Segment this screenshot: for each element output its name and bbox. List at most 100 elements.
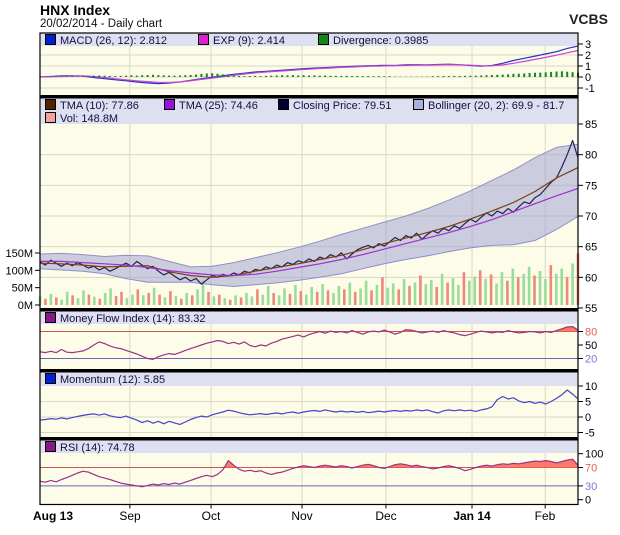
y-tick-label: 30 bbox=[585, 481, 597, 493]
y-tick-label: 50 bbox=[585, 340, 597, 352]
panel-divider bbox=[40, 308, 578, 312]
divergence-bar bbox=[44, 77, 46, 78]
volume-bar bbox=[191, 295, 194, 305]
volume-bar bbox=[370, 290, 373, 305]
legend-item: TMA (10): 77.86 bbox=[45, 99, 139, 112]
x-tick-label: Sep bbox=[95, 509, 165, 523]
divergence-bar bbox=[378, 76, 380, 77]
divergence-bar bbox=[270, 76, 272, 77]
volume-bar bbox=[327, 290, 330, 305]
divergence-bar bbox=[98, 76, 100, 78]
volume-bar bbox=[430, 280, 433, 305]
divergence-bar bbox=[211, 73, 213, 77]
x-tick-label: Jan 14 bbox=[437, 509, 507, 523]
volume-bar bbox=[457, 285, 460, 305]
stock-chart-page: 3210-1150M100M50M0M858075706560558050201… bbox=[0, 0, 620, 535]
volume-bar bbox=[272, 293, 275, 305]
volume-bar bbox=[267, 286, 270, 305]
divergence-bar bbox=[157, 75, 159, 77]
x-tick-label: Aug 13 bbox=[33, 509, 93, 523]
volume-bar bbox=[539, 271, 542, 305]
divergence-bar bbox=[66, 77, 68, 78]
chart-svg: 3210-1150M100M50M0M858075706560558050201… bbox=[0, 0, 620, 535]
divergence-bar bbox=[195, 75, 197, 77]
divergence-bar bbox=[362, 76, 364, 77]
volume-bar bbox=[501, 272, 504, 305]
divergence-bar bbox=[141, 75, 143, 77]
divergence-bar bbox=[276, 76, 278, 78]
panel-divider bbox=[40, 369, 578, 373]
divergence-bar bbox=[136, 76, 138, 77]
panel-divider bbox=[40, 95, 578, 99]
divergence-bar bbox=[496, 75, 498, 77]
volume-bar bbox=[224, 298, 227, 305]
divergence-bar bbox=[179, 76, 181, 78]
volume-bar bbox=[473, 277, 476, 305]
volume-bar bbox=[137, 289, 140, 305]
divergence-bar bbox=[109, 76, 111, 77]
volume-bar bbox=[392, 284, 395, 306]
volume-bar bbox=[332, 293, 335, 305]
volume-bar bbox=[441, 274, 444, 305]
divergence-bar bbox=[512, 74, 514, 77]
divergence-bar bbox=[529, 73, 531, 77]
divergence-bar bbox=[292, 75, 294, 77]
divergence-bar bbox=[265, 76, 267, 77]
legend-swatch bbox=[45, 373, 56, 384]
brand-logo: VCBS bbox=[569, 11, 608, 27]
volume-bar bbox=[71, 295, 74, 305]
divergence-bar bbox=[82, 76, 84, 77]
volume-bar bbox=[343, 289, 346, 305]
volume-bar bbox=[142, 295, 145, 305]
divergence-bar bbox=[303, 75, 305, 77]
divergence-bar bbox=[163, 75, 165, 77]
divergence-bar bbox=[432, 76, 434, 77]
volume-bar bbox=[202, 281, 205, 305]
divergence-bar bbox=[389, 76, 391, 77]
volume-bar bbox=[66, 292, 69, 305]
volume-bar bbox=[349, 283, 352, 306]
divergence-bar bbox=[71, 76, 73, 77]
volume-bar bbox=[468, 281, 471, 305]
volume-bar bbox=[185, 293, 188, 305]
divergence-bar bbox=[238, 76, 240, 77]
volume-bar bbox=[365, 281, 368, 305]
divergence-bar bbox=[351, 76, 353, 77]
volume-bar bbox=[560, 269, 563, 305]
legend-label: Bollinger (20, 2): 69.9 - 81.7 bbox=[428, 100, 564, 112]
divergence-bar bbox=[459, 76, 461, 77]
divergence-bar bbox=[260, 76, 262, 77]
page-title: HNX Index bbox=[40, 2, 110, 18]
volume-bar bbox=[240, 297, 243, 305]
divergence-bar bbox=[313, 75, 315, 77]
divergence-bar bbox=[184, 75, 186, 77]
volume-bar bbox=[425, 284, 428, 305]
legend-swatch bbox=[45, 34, 56, 45]
divergence-bar bbox=[523, 73, 525, 77]
y-tick-label: 20 bbox=[585, 354, 597, 366]
volume-bar bbox=[229, 300, 232, 305]
y-tick-label: 70 bbox=[585, 463, 597, 475]
divergence-bar bbox=[93, 76, 95, 77]
volume-bar bbox=[169, 291, 172, 305]
volume-bar bbox=[294, 285, 297, 305]
divergence-bar bbox=[335, 76, 337, 77]
volume-bar bbox=[528, 267, 531, 305]
divergence-bar bbox=[87, 76, 89, 77]
volume-bar bbox=[544, 279, 547, 305]
legend-label: TMA (10): 77.86 bbox=[60, 100, 139, 112]
volume-bar bbox=[251, 296, 254, 305]
divergence-bar bbox=[448, 76, 450, 77]
volume-bar bbox=[310, 287, 313, 305]
volume-bar bbox=[153, 288, 156, 305]
legend-label: RSI (14): 74.78 bbox=[60, 442, 135, 454]
chart-subtitle: 20/02/2014 - Daily chart bbox=[40, 18, 162, 30]
divergence-bar bbox=[125, 76, 127, 77]
legend-swatch bbox=[45, 112, 56, 123]
divergence-bar bbox=[539, 73, 541, 77]
volume-bar bbox=[55, 297, 58, 305]
divergence-bar bbox=[200, 74, 202, 77]
volume-bar bbox=[104, 293, 107, 305]
y-tick-label: 5 bbox=[585, 397, 591, 409]
divergence-bar bbox=[534, 73, 536, 77]
